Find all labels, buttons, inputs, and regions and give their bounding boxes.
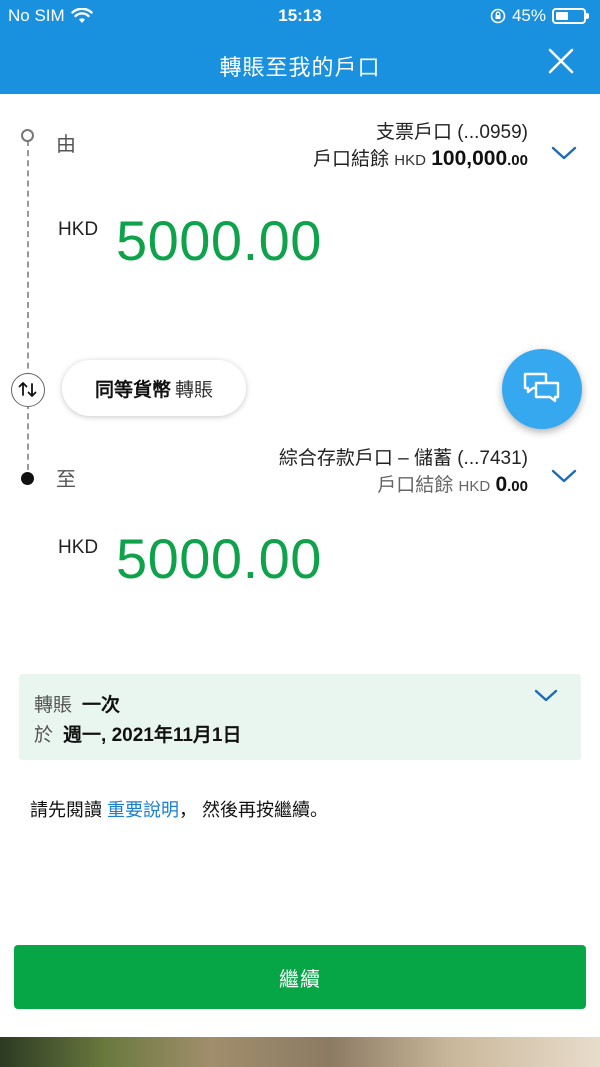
swap-accounts-button[interactable]: [11, 373, 45, 407]
rotation-lock-icon: [490, 8, 506, 24]
header: No SIM 15:13 45% 轉賬至我的戶口: [0, 0, 600, 94]
from-balance-decimal: .00: [507, 152, 528, 169]
to-account-name: 綜合存款戶口 – 儲蓄 (...7431): [278, 448, 528, 469]
frequency-value: 一次: [82, 695, 121, 716]
from-balance: 戶口結餘 HKD 100,000.00: [313, 146, 528, 174]
to-balance: 戶口結餘 HKD 0.00: [279, 472, 528, 500]
from-amount-input[interactable]: 5000.00: [116, 208, 322, 273]
date-label: 於: [34, 725, 54, 746]
background-image-strip: [0, 1037, 600, 1067]
schedule-date: 於週一, 2021年11月1日: [34, 720, 242, 747]
swap-arrows-icon: [18, 382, 37, 397]
battery-percent: 45%: [511, 6, 546, 25]
transfer-type-regular: 轉賬: [175, 379, 214, 401]
to-balance-currency: HKD: [458, 478, 491, 495]
date-value: 週一, 2021年11月1日: [63, 725, 242, 746]
status-bar: No SIM 15:13 45%: [0, 0, 600, 32]
from-account-name: 支票戶口 (...0959): [375, 122, 528, 143]
status-right: 45%: [490, 6, 589, 26]
from-account-chevron-down-icon[interactable]: [550, 144, 578, 162]
from-label: 由: [56, 134, 76, 156]
chat-bubbles-icon: [523, 372, 560, 403]
page-title: 轉賬至我的戶口: [219, 55, 381, 80]
battery-icon: [552, 8, 589, 24]
chat-button[interactable]: [502, 349, 582, 429]
frequency-label: 轉賬: [34, 695, 73, 716]
notice-suffix: ， 然後再按繼續。: [179, 800, 329, 820]
battery-level: [556, 12, 568, 20]
to-label: 至: [56, 469, 76, 491]
continue-button[interactable]: 繼續: [14, 945, 586, 1009]
timeline-line: [27, 140, 29, 480]
close-icon[interactable]: [546, 46, 576, 76]
transfer-type-button[interactable]: 同等貨幣 轉賬: [62, 360, 246, 416]
schedule-frequency: 轉賬 一次: [34, 690, 120, 717]
title-bar: 轉賬至我的戶口: [0, 32, 600, 94]
to-marker: [21, 472, 34, 485]
to-account-chevron-down-icon[interactable]: [550, 467, 578, 485]
to-amount-currency: HKD: [58, 537, 99, 558]
schedule-panel[interactable]: 轉賬 一次 於週一, 2021年11月1日: [19, 674, 581, 760]
important-notes-link[interactable]: 重要說明: [107, 800, 179, 820]
from-account[interactable]: 支票戶口 (...0959) 戶口結餘 HKD 100,000.00: [313, 120, 528, 174]
schedule-chevron-down-icon[interactable]: [533, 688, 559, 704]
from-balance-label: 戶口結餘: [312, 149, 389, 170]
to-amount-value: 5000.00: [116, 527, 322, 590]
notice-prefix: 請先閱讀: [30, 800, 102, 820]
to-balance-decimal: .00: [507, 478, 528, 495]
from-marker: [21, 129, 34, 142]
to-account[interactable]: 綜合存款戶口 – 儲蓄 (...7431) 戶口結餘 HKD 0.00: [279, 446, 528, 500]
notice-text: 請先閱讀 重要說明， 然後再按繼續。: [30, 796, 328, 822]
from-balance-currency: HKD: [394, 152, 426, 169]
from-amount-currency: HKD: [58, 219, 99, 240]
from-balance-amount: 100,000: [431, 147, 508, 170]
to-balance-label: 戶口結餘: [377, 475, 454, 496]
transfer-type-bold: 同等貨幣: [94, 379, 171, 401]
to-balance-amount: 0: [495, 473, 508, 496]
